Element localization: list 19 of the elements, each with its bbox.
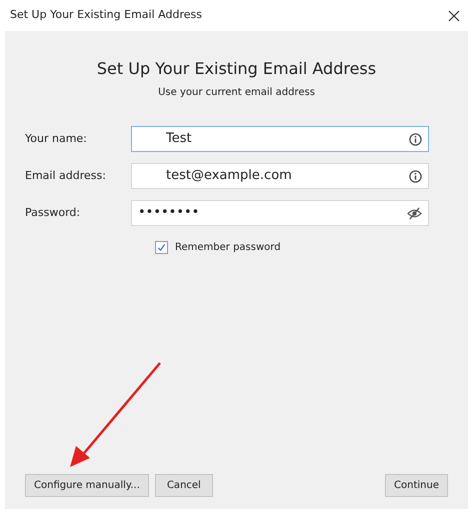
- window-title: Set Up Your Existing Email Address: [10, 7, 202, 24]
- dialog-subheading: Use your current email address: [158, 86, 315, 100]
- close-button[interactable]: [448, 10, 460, 22]
- continue-button[interactable]: Continue: [385, 474, 448, 497]
- field-label: Password:: [24, 204, 82, 221]
- input-field[interactable]: ••••••••: [131, 200, 429, 226]
- eye-slash-icon[interactable]: [407, 206, 422, 220]
- configure-button[interactable]: Configure manually...: [25, 474, 149, 497]
- info-icon: [409, 132, 422, 146]
- info-icon: [409, 170, 422, 182]
- input-field[interactable]: Test: [131, 126, 429, 152]
- input-field[interactable]: test@example.com: [131, 163, 429, 189]
- dialog-heading: Set Up Your Existing Email Address: [96, 58, 376, 80]
- cancel-button[interactable]: Cancel: [154, 474, 213, 497]
- field-label: Email address:: [24, 168, 107, 184]
- checkbox[interactable]: [155, 241, 168, 254]
- checkmark-icon: [157, 243, 166, 252]
- field-label: Your name:: [24, 130, 88, 147]
- checkbox-label: Remember password: [175, 241, 281, 255]
